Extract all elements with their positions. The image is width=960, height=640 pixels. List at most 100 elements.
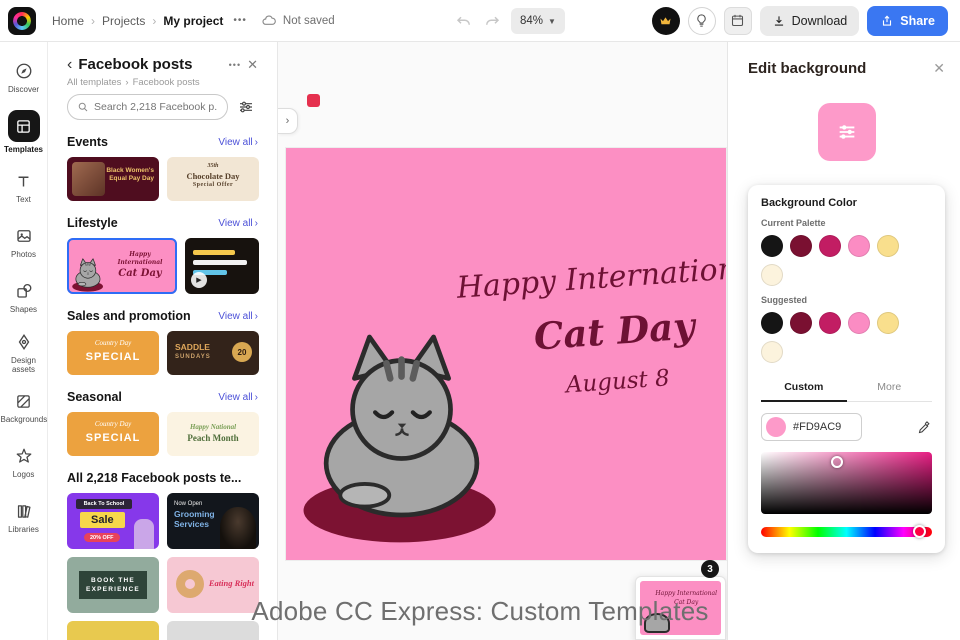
page-count-badge[interactable]: 3	[701, 560, 719, 578]
caption-text: Adobe CC Express: Custom Templates	[251, 596, 709, 626]
view-all-events[interactable]: View all ›	[218, 137, 258, 148]
color-swatch[interactable]	[877, 312, 899, 334]
zoom-level: 84%	[520, 15, 544, 27]
photos-icon	[13, 225, 35, 247]
rail-item-shapes[interactable]: Shapes	[0, 270, 48, 325]
search-box[interactable]	[67, 94, 228, 120]
redo-button[interactable]	[483, 12, 501, 30]
play-icon: ▶	[191, 272, 207, 288]
edit-panel-close-icon[interactable]: ✕	[933, 60, 945, 77]
color-swatch[interactable]	[848, 312, 870, 334]
download-button[interactable]: Download	[759, 5, 860, 36]
hex-input[interactable]	[793, 421, 853, 433]
topbar: Home › Projects › My project ••• Not sav…	[0, 0, 960, 42]
template-thumb-cat-day-selected[interactable]: Happy International Cat Day	[67, 238, 177, 294]
filter-button[interactable]	[234, 95, 258, 119]
text-icon	[13, 170, 35, 192]
rail-item-templates[interactable]: Templates	[0, 105, 48, 160]
template-thumb-all-2[interactable]: Now Open Grooming Services	[167, 493, 259, 549]
project-more-button[interactable]: •••	[233, 15, 247, 26]
saturation-value-field[interactable]	[761, 452, 932, 514]
rail-label: Design assets	[11, 355, 36, 374]
view-all-lifestyle[interactable]: View all ›	[218, 218, 258, 229]
red-marker-icon[interactable]	[307, 94, 320, 107]
search-input[interactable]	[94, 101, 218, 113]
color-swatch[interactable]	[761, 235, 783, 257]
express-logo[interactable]	[8, 6, 36, 35]
template-thumb-sales-2[interactable]: SADDLE SUNDAYS 20	[167, 331, 259, 375]
color-swatch[interactable]	[761, 341, 783, 363]
rail-item-logos[interactable]: Logos	[0, 435, 48, 490]
rail-label: Logos	[12, 470, 35, 480]
color-swatch[interactable]	[790, 235, 812, 257]
panel-more-button[interactable]: •••	[229, 60, 241, 70]
color-swatch[interactable]	[819, 312, 841, 334]
hue-knob[interactable]	[913, 525, 927, 538]
design-canvas[interactable]: Happy International Cat Day August 8	[286, 148, 726, 560]
rail-label: Text	[16, 195, 31, 205]
calendar-icon	[732, 14, 744, 27]
template-thumb-seasonal-1[interactable]: Country Day SPECIAL	[67, 412, 159, 456]
color-tabs: Custom More	[761, 376, 932, 402]
chevron-right-icon: ›	[254, 391, 258, 403]
breadcrumb-current-project[interactable]: My project	[163, 14, 223, 28]
undo-button[interactable]	[455, 12, 473, 30]
scheduler-button[interactable]	[723, 6, 752, 35]
panel-crumb-facebook-posts[interactable]: Facebook posts	[133, 77, 200, 88]
eyedropper-button[interactable]	[917, 420, 932, 435]
rail-label: Discover	[7, 85, 40, 95]
chevron-right-icon: ›	[254, 136, 258, 148]
current-palette-label: Current Palette	[761, 218, 826, 228]
canvas-text-block[interactable]: Happy International Cat Day August 8	[442, 248, 726, 406]
sliders-icon	[839, 125, 854, 139]
color-swatch[interactable]	[761, 312, 783, 334]
panel-close-icon[interactable]: ✕	[247, 57, 258, 73]
chevron-right-icon: ›	[91, 13, 96, 28]
color-swatch[interactable]	[761, 264, 783, 286]
canvas-text-line3: August 8	[565, 365, 671, 399]
share-button[interactable]: Share	[867, 5, 948, 36]
back-chevron-icon[interactable]: ‹	[67, 56, 72, 73]
rail-item-photos[interactable]: Photos	[0, 215, 48, 270]
panel-breadcrumb: All templates › Facebook posts	[67, 77, 258, 88]
template-thumb-events-2[interactable]: 35th Chocolate Day Special Offer	[167, 157, 259, 201]
view-all-seasonal[interactable]: View all ›	[218, 392, 258, 403]
template-thumb-lifestyle-video[interactable]: ▶	[185, 238, 259, 294]
tab-more[interactable]: More	[847, 376, 933, 401]
rail-item-discover[interactable]: Discover	[0, 50, 48, 105]
template-thumb-all-1[interactable]: Back To School Sale 20% OFF	[67, 493, 159, 549]
template-thumb-sales-1[interactable]: Country Day SPECIAL	[67, 331, 159, 375]
hex-input-box[interactable]	[761, 413, 862, 441]
view-all-sales[interactable]: View all ›	[218, 311, 258, 322]
tips-lightbulb-button[interactable]	[687, 6, 716, 35]
color-swatch[interactable]	[877, 235, 899, 257]
rail-item-backgrounds[interactable]: Backgrounds	[0, 380, 48, 435]
color-swatch[interactable]	[848, 235, 870, 257]
panel-collapse-tab[interactable]: ›	[278, 108, 298, 134]
premium-crown-button[interactable]	[651, 6, 680, 35]
rail-item-design-assets[interactable]: Design assets	[0, 325, 48, 380]
rail-item-text[interactable]: Text	[0, 160, 48, 215]
template-thumb-events-1[interactable]: Black Women's Equal Pay Day	[67, 157, 159, 201]
hue-slider[interactable]	[761, 525, 932, 538]
chevron-right-icon: ›	[254, 310, 258, 322]
suggested-label: Suggested	[761, 295, 808, 305]
rail-label: Templates	[4, 145, 43, 155]
breadcrumb-home[interactable]: Home	[52, 14, 84, 28]
color-swatch[interactable]	[819, 235, 841, 257]
panel-crumb-all-templates[interactable]: All templates	[67, 77, 121, 88]
tab-custom[interactable]: Custom	[761, 376, 847, 402]
download-label: Download	[791, 13, 848, 28]
template-thumb-seasonal-2[interactable]: Happy National Peach Month	[167, 412, 259, 456]
canvas-text-line1: Happy International	[455, 249, 726, 306]
background-swatch-button[interactable]	[817, 103, 876, 161]
color-swatch[interactable]	[790, 312, 812, 334]
breadcrumb-projects[interactable]: Projects	[102, 14, 145, 28]
zoom-control[interactable]: 84% ▼	[511, 8, 565, 34]
design-assets-icon	[13, 331, 35, 353]
sv-knob[interactable]	[831, 456, 844, 468]
share-label: Share	[900, 13, 935, 28]
download-icon	[774, 15, 783, 26]
sliders-icon	[240, 101, 252, 113]
rail-item-libraries[interactable]: Libraries	[0, 490, 48, 545]
